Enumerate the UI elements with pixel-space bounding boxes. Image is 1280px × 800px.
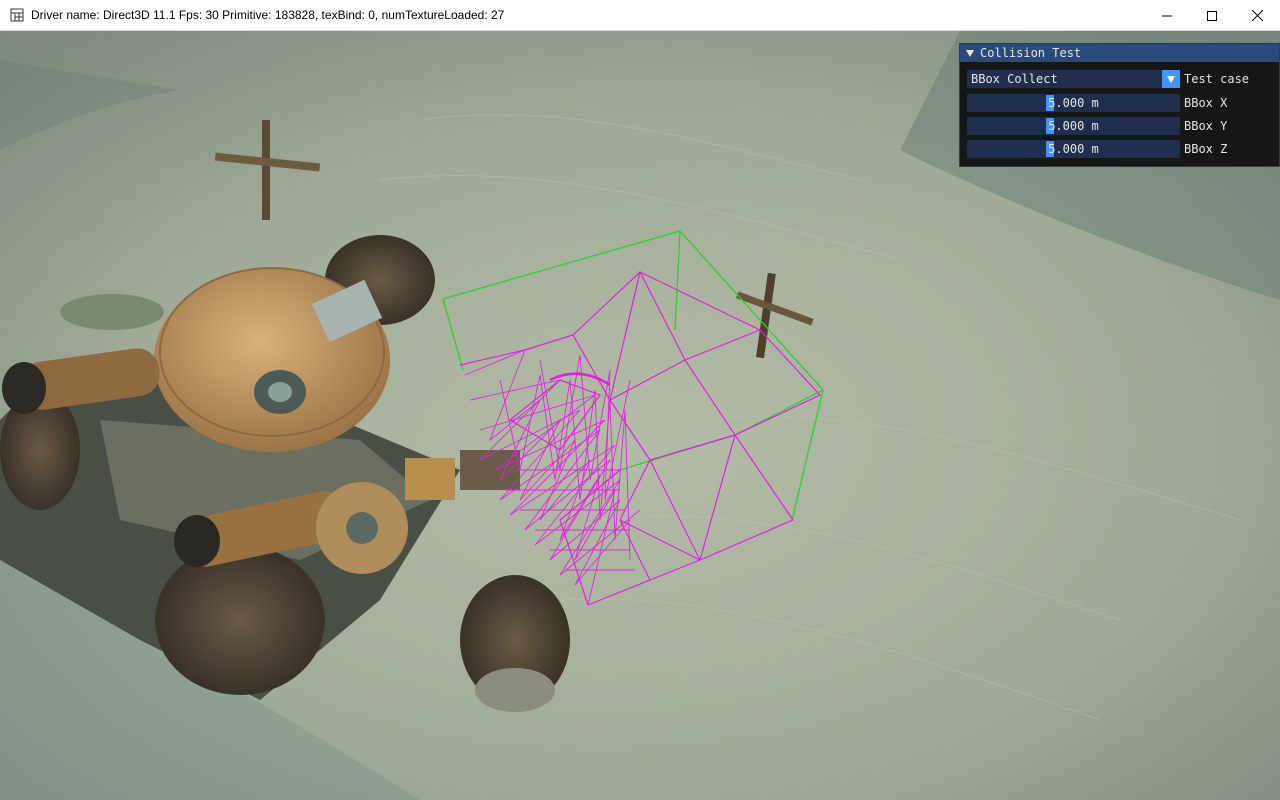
maximize-button[interactable] [1189, 0, 1235, 31]
bbox-x-value: 5.000 m [1048, 96, 1099, 110]
bbox-z-value: 5.000 m [1048, 142, 1099, 156]
3d-viewport[interactable]: Collision Test BBox Collect Test case 5.… [0, 31, 1280, 800]
bbox-y-row: 5.000 m BBox Y [967, 117, 1274, 135]
bbox-y-slider[interactable]: 5.000 m [967, 117, 1180, 135]
collapse-triangle-icon[interactable] [966, 49, 974, 57]
test-case-label: Test case [1184, 72, 1250, 86]
bbox-y-value: 5.000 m [1048, 119, 1099, 133]
test-case-row: BBox Collect Test case [967, 70, 1274, 88]
bbox-z-label: BBox Z [1184, 142, 1228, 156]
collision-test-panel[interactable]: Collision Test BBox Collect Test case 5.… [959, 43, 1280, 167]
window-title: Driver name: Direct3D 11.1 Fps: 30 Primi… [31, 8, 505, 22]
minimize-icon [1162, 11, 1172, 21]
panel-title: Collision Test [980, 46, 1082, 60]
combo-dropdown-icon[interactable] [1162, 70, 1180, 88]
bbox-x-label: BBox X [1184, 96, 1228, 110]
test-case-value: BBox Collect [971, 72, 1058, 86]
close-icon [1251, 10, 1263, 21]
window-titlebar: Driver name: Direct3D 11.1 Fps: 30 Primi… [0, 0, 1280, 31]
maximize-icon [1207, 10, 1217, 21]
test-case-combo[interactable]: BBox Collect [967, 70, 1180, 88]
minimize-button[interactable] [1144, 0, 1190, 31]
bbox-y-label: BBox Y [1184, 119, 1228, 133]
bbox-z-slider[interactable]: 5.000 m [967, 140, 1180, 158]
bbox-x-slider[interactable]: 5.000 m [967, 94, 1180, 112]
bbox-z-row: 5.000 m BBox Z [967, 140, 1274, 158]
app-grid-icon [10, 8, 24, 22]
bbox-x-row: 5.000 m BBox X [967, 94, 1274, 112]
close-button[interactable] [1234, 0, 1280, 31]
panel-header[interactable]: Collision Test [960, 44, 1279, 62]
